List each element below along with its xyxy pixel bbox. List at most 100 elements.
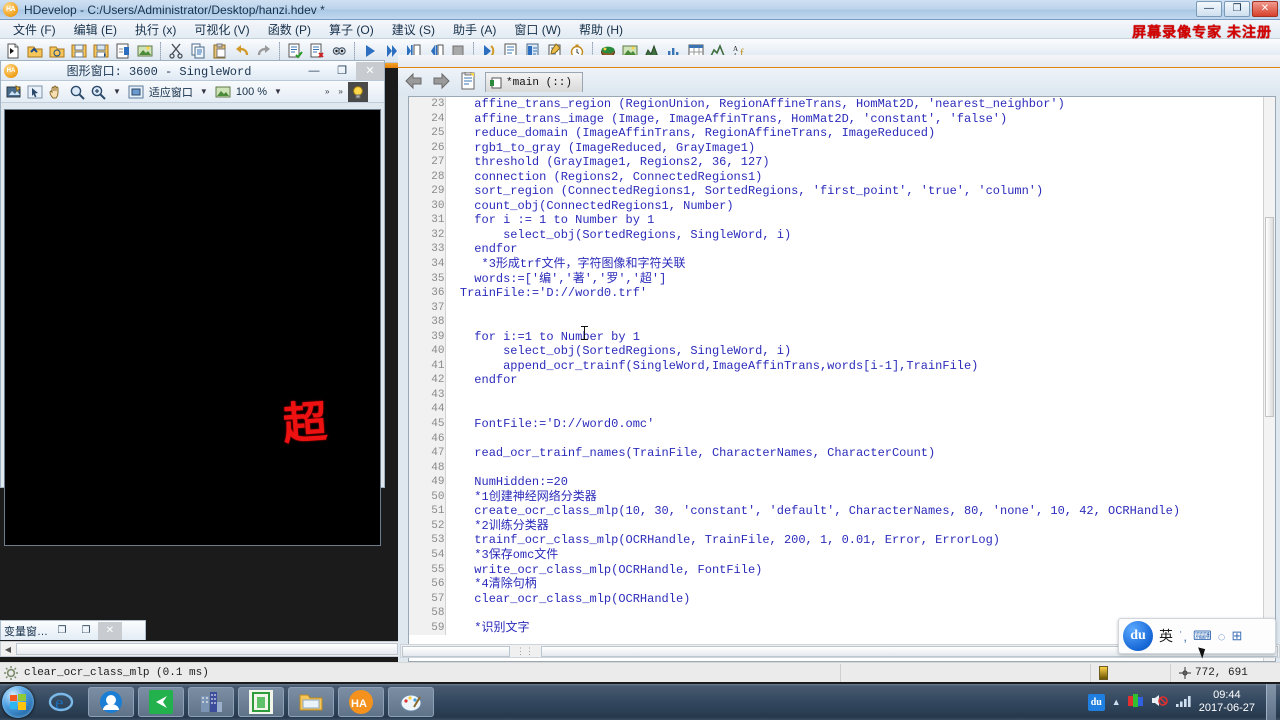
code-line[interactable] bbox=[445, 432, 1275, 447]
code-line[interactable] bbox=[445, 301, 1275, 316]
graphics-close-button[interactable]: ✕ bbox=[356, 61, 384, 80]
copy-icon[interactable] bbox=[187, 40, 209, 62]
table-row[interactable]: 44 bbox=[409, 402, 1275, 418]
graphics-minimize-button[interactable]: — bbox=[300, 62, 328, 80]
menu-assistants[interactable]: 助手 (A) bbox=[444, 20, 505, 39]
table-row[interactable]: 48 bbox=[409, 460, 1275, 476]
table-row[interactable]: 25 reduce_domain (ImageAffinTrans, Regio… bbox=[409, 126, 1275, 141]
table-row[interactable]: 32 select_obj(SortedRegions, SingleWord,… bbox=[409, 227, 1275, 243]
code-line[interactable]: select_obj(SortedRegions, SingleWord, i) bbox=[445, 344, 1275, 359]
ime-mode-toggle[interactable]: 英 bbox=[1159, 626, 1173, 646]
soft-keyboard-icon[interactable]: ⌨ bbox=[1193, 628, 1212, 644]
table-row[interactable]: 45 FontFile:='D://word0.omc' bbox=[409, 417, 1275, 432]
table-row[interactable]: 51 create_ocr_class_mlp(10, 30, 'constan… bbox=[409, 504, 1275, 519]
table-row[interactable]: 39 for i:=1 to Number by 1 bbox=[409, 329, 1275, 345]
grid-menu-icon[interactable]: ⊞ bbox=[1231, 628, 1242, 644]
taskbar-item-halcon[interactable]: HA bbox=[338, 687, 384, 717]
menu-window[interactable]: 窗口 (W) bbox=[505, 20, 570, 39]
table-row[interactable]: 35 words:=['编','著','罗','超'] bbox=[409, 271, 1275, 287]
menu-file[interactable]: 文件 (F) bbox=[4, 20, 65, 39]
variable-window-hscrollbar[interactable]: ◀ bbox=[0, 641, 400, 657]
table-row[interactable]: 52 *2训练分类器 bbox=[409, 518, 1275, 534]
code-line[interactable]: reduce_domain (ImageAffinTrans, RegionAf… bbox=[445, 126, 1275, 141]
variable-close-button[interactable]: ✕ bbox=[98, 621, 122, 640]
table-row[interactable]: 33 endfor bbox=[409, 242, 1275, 258]
code-line[interactable]: create_ocr_class_mlp(10, 30, 'constant',… bbox=[445, 504, 1275, 519]
taskbar-clock[interactable]: 09:44 2017-06-27 bbox=[1199, 689, 1259, 715]
table-row[interactable]: 28 connection (Regions2, ConnectedRegion… bbox=[409, 169, 1275, 185]
code-line[interactable]: trainf_ocr_class_mlp(OCRHandle, TrainFil… bbox=[445, 533, 1275, 548]
table-row[interactable]: 42 endfor bbox=[409, 373, 1275, 388]
menu-visualize[interactable]: 可视化 (V) bbox=[185, 20, 258, 39]
table-row[interactable]: 54 *3保存omc文件 bbox=[409, 547, 1275, 563]
table-row[interactable]: 50 *1创建神经网络分类器 bbox=[409, 489, 1275, 505]
procedure-icon[interactable] bbox=[458, 71, 480, 92]
table-row[interactable]: 26 rgb1_to_gray (ImageReduced, GrayImage… bbox=[409, 140, 1275, 156]
table-row[interactable]: 43 bbox=[409, 387, 1275, 403]
table-row[interactable]: 34 *3形成trf文件，字符图像和字符关联 bbox=[409, 257, 1275, 272]
taskbar-item-paint[interactable] bbox=[388, 687, 434, 717]
code-line[interactable] bbox=[445, 388, 1275, 403]
minimize-button[interactable]: — bbox=[1196, 1, 1222, 17]
code-line[interactable]: select_obj(SortedRegions, SingleWord, i) bbox=[445, 228, 1275, 243]
taskbar-item-qq-browser[interactable] bbox=[88, 687, 134, 717]
code-line-comment[interactable]: *3保存omc文件 bbox=[445, 548, 1275, 563]
tray-baidu-ime-icon[interactable]: du bbox=[1087, 693, 1105, 711]
cut-icon[interactable] bbox=[165, 40, 187, 62]
code-vertical-scrollbar[interactable] bbox=[1263, 97, 1275, 661]
table-row[interactable]: 49 NumHidden:=20 bbox=[409, 475, 1275, 490]
network-signal-icon[interactable] bbox=[1175, 694, 1192, 711]
taskbar-item-buildings[interactable] bbox=[188, 687, 234, 717]
save-as-icon[interactable] bbox=[90, 40, 112, 62]
find-icon[interactable] bbox=[328, 40, 350, 62]
taskbar-item-green-app[interactable] bbox=[138, 687, 184, 717]
code-line[interactable]: TrainFile:='D://word0.trf' bbox=[445, 286, 1275, 301]
lightbulb-icon[interactable] bbox=[347, 81, 368, 102]
user-icon[interactable]: ◌ bbox=[1218, 629, 1226, 644]
code-line[interactable]: write_ocr_class_mlp(OCRHandle, FontFile) bbox=[445, 563, 1275, 578]
table-row[interactable]: 53 trainf_ocr_class_mlp(OCRHandle, Train… bbox=[409, 533, 1275, 548]
table-row[interactable]: 27 threshold (GrayImage1, Regions2, 36, … bbox=[409, 155, 1275, 170]
save-icon[interactable] bbox=[68, 40, 90, 62]
code-line[interactable] bbox=[445, 315, 1275, 330]
volume-muted-icon[interactable] bbox=[1151, 693, 1168, 711]
table-row[interactable]: 56 *4清除句柄 bbox=[409, 577, 1275, 592]
table-row[interactable]: 41 append_ocr_trainf(SingleWord,ImageAff… bbox=[409, 358, 1275, 374]
arrow-right-icon[interactable] bbox=[431, 72, 453, 92]
code-line[interactable]: read_ocr_trainf_names(TrainFile, Charact… bbox=[445, 446, 1275, 461]
run-icon[interactable] bbox=[359, 40, 381, 62]
show-hidden-icons-arrow[interactable]: ▲ bbox=[1112, 697, 1121, 707]
table-row[interactable]: 31 for i := 1 to Number by 1 bbox=[409, 213, 1275, 228]
redo-icon[interactable] bbox=[253, 40, 275, 62]
code-line-comment[interactable]: *2训练分类器 bbox=[445, 519, 1275, 534]
menu-procedures[interactable]: 函数 (P) bbox=[259, 20, 320, 39]
code-line[interactable]: threshold (GrayImage1, Regions2, 36, 127… bbox=[445, 155, 1275, 170]
menu-suggestions[interactable]: 建议 (S) bbox=[383, 20, 444, 39]
code-line[interactable]: count_obj(ConnectedRegions1, Number) bbox=[445, 199, 1275, 214]
editor-hscroll-thumb-left[interactable] bbox=[402, 645, 510, 657]
code-line[interactable]: endfor bbox=[445, 242, 1275, 257]
fit-window-label[interactable]: 适应窗口 bbox=[147, 84, 195, 100]
code-line-comment[interactable]: *3形成trf文件，字符图像和字符关联 bbox=[445, 257, 1275, 272]
table-row[interactable]: 36 TrainFile:='D://word0.trf' bbox=[409, 286, 1275, 301]
code-text-area[interactable]: 23 affine_trans_region (RegionUnion, Reg… bbox=[408, 96, 1276, 662]
table-row[interactable]: 47 read_ocr_trainf_names(TrainFile, Char… bbox=[409, 446, 1275, 461]
comment-icon[interactable] bbox=[284, 40, 306, 62]
arrow-left-icon[interactable] bbox=[404, 72, 426, 92]
graphics-maximize-button[interactable]: ❐ bbox=[328, 62, 356, 80]
new-file-icon[interactable] bbox=[2, 40, 24, 62]
code-line[interactable]: for i:=1 to Number by 1 bbox=[445, 330, 1275, 345]
menu-help[interactable]: 帮助 (H) bbox=[570, 20, 632, 39]
hscroll-thumb[interactable] bbox=[16, 643, 398, 655]
table-row[interactable]: 57 clear_ocr_class_mlp(OCRHandle) bbox=[409, 591, 1275, 607]
draw-mode-icon[interactable] bbox=[4, 82, 24, 102]
table-row[interactable]: 40 select_obj(SortedRegions, SingleWord,… bbox=[409, 344, 1275, 359]
uncomment-icon[interactable] bbox=[306, 40, 328, 62]
toolbar-overflow-1[interactable]: » bbox=[321, 87, 333, 96]
magnifier-plus-icon[interactable] bbox=[88, 82, 108, 102]
code-line[interactable]: for i := 1 to Number by 1 bbox=[445, 213, 1275, 228]
toolbar-overflow-2[interactable]: » bbox=[334, 87, 346, 96]
code-line[interactable]: NumHidden:=20 bbox=[445, 475, 1275, 490]
menu-execute[interactable]: 执行 (x) bbox=[126, 20, 185, 39]
start-orb-icon[interactable] bbox=[2, 686, 34, 718]
